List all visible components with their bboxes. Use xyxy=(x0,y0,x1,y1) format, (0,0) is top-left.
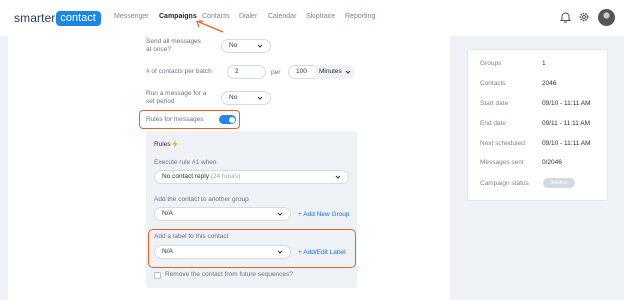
add-edit-label-link[interactable]: + Add/Edit Label xyxy=(298,249,346,256)
chevron-down-icon xyxy=(277,212,283,216)
label-value: N/A xyxy=(162,248,173,255)
nav-messenger[interactable]: Messenger xyxy=(114,13,149,20)
chevron-down-icon xyxy=(277,250,283,254)
rules-toggle[interactable] xyxy=(219,115,236,124)
run-message-label: Run a message for a set period xyxy=(146,90,207,105)
stat-label: Next scheduled xyxy=(480,140,525,147)
logo-text: smarter xyxy=(14,11,56,25)
lightning-icon xyxy=(172,140,178,148)
label-select[interactable]: N/A xyxy=(154,245,291,259)
add-new-group-link[interactable]: + Add New Group xyxy=(298,211,350,218)
stat-label: Campaign status xyxy=(480,180,529,187)
send-all-label: Send all messages at once? xyxy=(146,38,201,53)
per-unit-select[interactable]: Minutes xyxy=(315,65,355,79)
stat-value: 09/10 - 11:11 AM xyxy=(542,140,591,147)
rules-title: Rules xyxy=(154,141,171,148)
nav-reporting[interactable]: Reporting xyxy=(345,13,375,20)
chevron-down-icon xyxy=(257,96,263,100)
avatar[interactable] xyxy=(598,9,615,26)
stat-label: Messages sent xyxy=(480,159,524,166)
send-all-select[interactable]: No xyxy=(221,39,271,53)
stat-value: 09/11 - 11:11 AM xyxy=(542,120,591,127)
stat-value: 09/10 - 11:11 AM xyxy=(542,100,591,107)
top-nav-bar: smarter contact Messenger Campaigns Conta… xyxy=(0,0,624,36)
stat-label: End date xyxy=(480,120,507,127)
run-message-value: No xyxy=(229,94,238,101)
send-all-value: No xyxy=(229,42,238,49)
gear-icon[interactable] xyxy=(578,11,590,23)
stat-label: Start date xyxy=(480,100,509,107)
execute-rule-label: Execute rule #1 when xyxy=(154,159,217,166)
campaign-status-badge: Inactive xyxy=(543,178,575,188)
stat-value: 2046 xyxy=(542,80,557,87)
chevron-down-icon xyxy=(345,70,351,74)
logo[interactable]: smarter contact xyxy=(14,10,101,26)
contacts-per-batch-label: # of contacts per batch xyxy=(146,68,212,75)
remove-sequences-label: Remove the contact from future sequences… xyxy=(165,271,293,278)
add-label-label: Add a label to this contact xyxy=(154,233,229,240)
rules-toggle-label: Rules for messages xyxy=(146,116,204,123)
contacts-per-batch-input[interactable]: 2 xyxy=(227,65,266,79)
per-label: per xyxy=(271,69,281,76)
chevron-down-icon xyxy=(257,44,263,48)
bell-icon[interactable] xyxy=(560,11,571,23)
execute-rule-value: No contact reply xyxy=(162,173,209,180)
run-message-select[interactable]: No xyxy=(221,91,271,105)
chevron-down-icon xyxy=(335,175,341,179)
nav-skiptrace[interactable]: Skiptrace xyxy=(306,13,335,20)
group-value: N/A xyxy=(162,210,173,217)
execute-rule-hint: (24 hours) xyxy=(210,173,241,180)
stat-value: 0/2046 xyxy=(542,159,562,166)
per-unit-value: Minutes xyxy=(319,68,342,75)
execute-rule-select[interactable]: No contact reply (24 hours) xyxy=(154,170,349,184)
toggle-knob xyxy=(228,116,235,123)
group-select[interactable]: N/A xyxy=(154,207,291,221)
add-group-label: Add the contact to another group xyxy=(154,196,249,203)
nav-dialer[interactable]: Dialer xyxy=(239,13,257,20)
nav-contacts[interactable]: Contacts xyxy=(202,13,230,20)
stat-value: 1 xyxy=(542,60,546,67)
stat-label: Groups xyxy=(480,60,502,67)
remove-sequences-checkbox[interactable] xyxy=(154,272,161,279)
nav-calendar[interactable]: Calendar xyxy=(268,13,296,20)
pointer-arrow-icon xyxy=(196,20,224,33)
nav-campaigns[interactable]: Campaigns xyxy=(159,13,197,20)
stat-label: Contacts xyxy=(480,80,506,87)
logo-badge: contact xyxy=(56,10,101,26)
